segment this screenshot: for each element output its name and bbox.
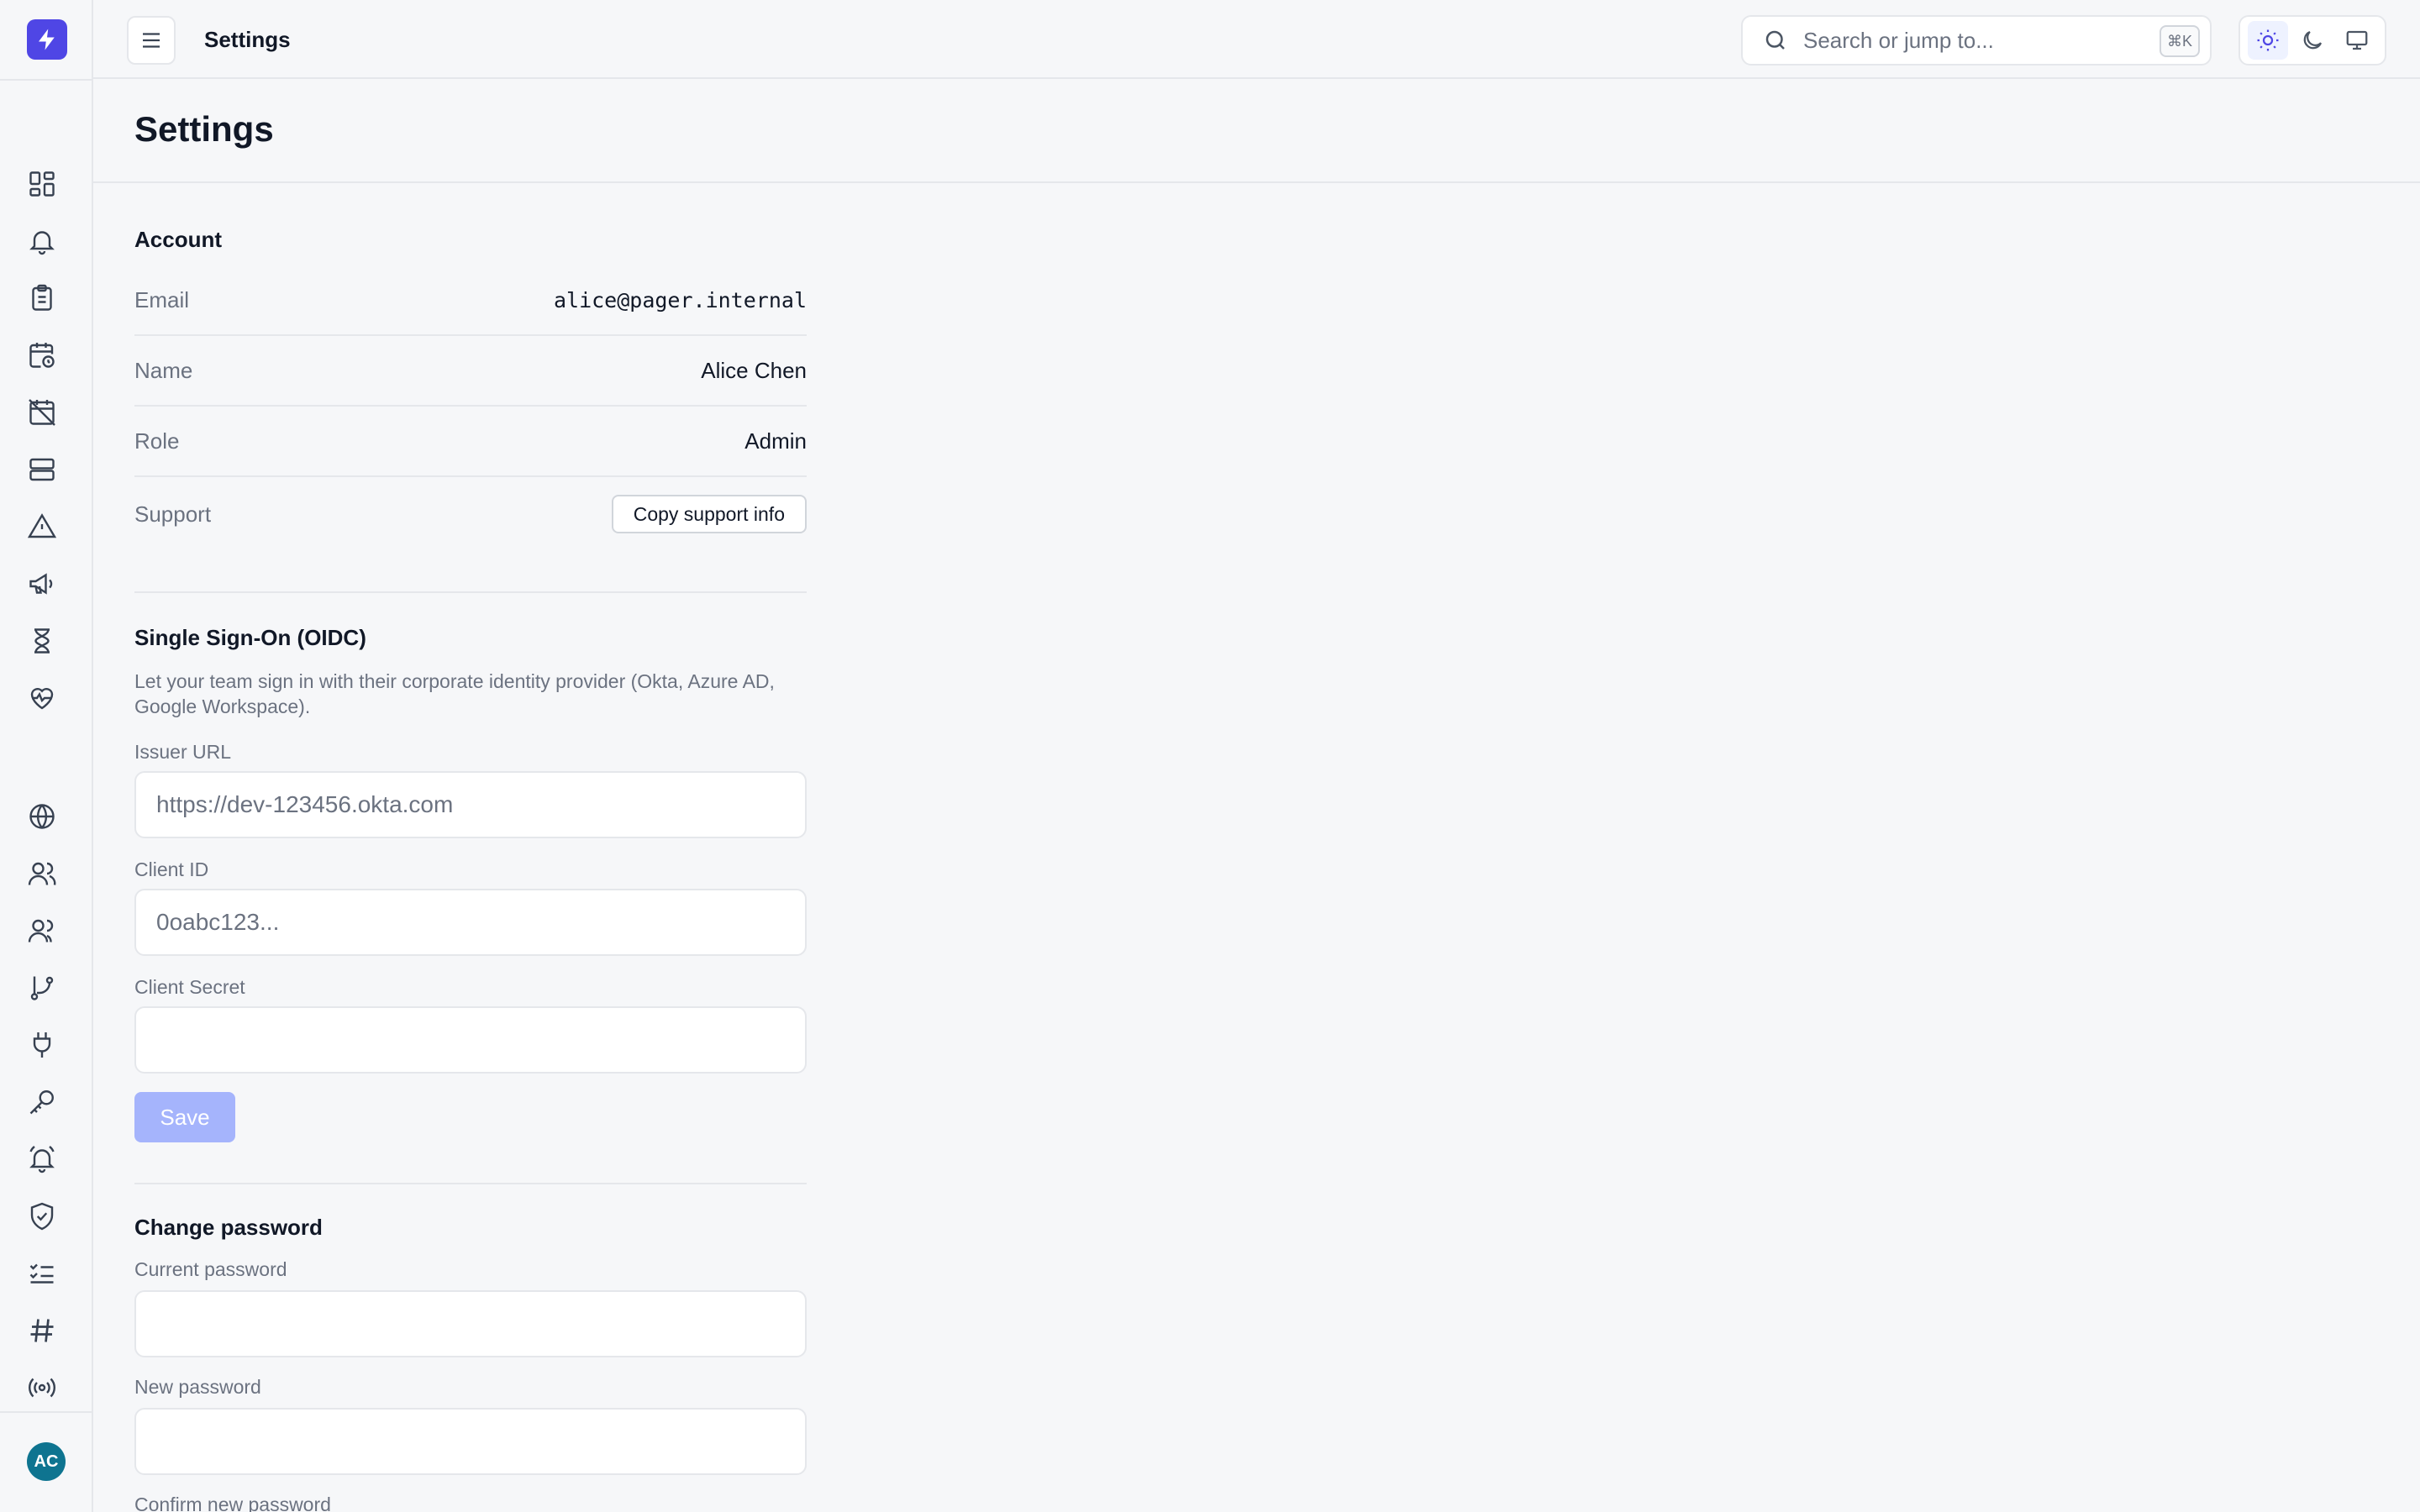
name-value: Alice Chen: [701, 357, 807, 383]
sidebar-item-security[interactable]: [24, 1198, 60, 1235]
avatar[interactable]: AC: [27, 1442, 66, 1481]
name-label: Name: [134, 357, 193, 383]
app-logo[interactable]: [27, 19, 67, 60]
sidebar-item-api-keys[interactable]: [24, 1084, 60, 1121]
sidebar-item-alerts[interactable]: [24, 223, 60, 260]
sun-icon: [2257, 29, 2279, 51]
sidebar-item-health[interactable]: [24, 680, 60, 717]
clipboard-icon: [32, 284, 52, 311]
sidebar-item-broadcast[interactable]: [24, 1369, 60, 1406]
settings-content: Account Email alice@pager.internal Name …: [134, 183, 807, 1512]
search-icon: [1765, 30, 1785, 50]
theme-system-button[interactable]: [2337, 21, 2377, 60]
current-password-label: Current password: [134, 1258, 287, 1280]
sidebar-item-teams[interactable]: [24, 912, 60, 949]
sso-description: Let your team sign in with their corpora…: [134, 670, 775, 717]
megaphone-icon: [29, 573, 53, 595]
heart-pulse-icon: [30, 688, 54, 710]
password-section-title: Change password: [134, 1215, 323, 1240]
alert-triangle-icon: [27, 513, 57, 538]
issuer-url-input[interactable]: [134, 771, 807, 838]
sso-save-button[interactable]: Save: [134, 1092, 235, 1142]
bell-ring-icon: [29, 1146, 55, 1173]
plug-icon: [33, 1032, 51, 1058]
monitor-icon: [2346, 30, 2368, 50]
sidebar-item-tasks[interactable]: [24, 280, 60, 317]
sidebar-item-checklists[interactable]: [24, 1255, 60, 1292]
sidebar-item-announcements[interactable]: [24, 565, 60, 602]
hamburger-icon: [143, 33, 160, 48]
calendar-clock-icon: [29, 343, 55, 368]
server-icon: [29, 458, 55, 481]
client-secret-label: Client Secret: [134, 976, 245, 998]
users-icon: [28, 862, 56, 885]
list-checks-icon: [29, 1263, 54, 1284]
new-password-input[interactable]: [134, 1408, 807, 1475]
calendar-off-icon: [29, 399, 55, 426]
hourglass-icon: [34, 628, 50, 654]
client-secret-input[interactable]: [134, 1006, 807, 1074]
confirm-password-label: Confirm new password: [134, 1494, 331, 1512]
account-row-role: Role Admin: [134, 407, 807, 477]
sidebar-divider: [0, 1411, 93, 1413]
new-password-label: New password: [134, 1376, 261, 1398]
search-input[interactable]: Search or jump to... ⌘K: [1741, 15, 2212, 66]
sidebar: AC: [0, 0, 93, 1512]
section-divider: [134, 591, 807, 593]
client-id-input[interactable]: [134, 889, 807, 956]
topbar: Settings Search or jump to... ⌘K: [93, 0, 2420, 79]
bell-icon: [29, 231, 55, 255]
sidebar-item-incidents[interactable]: [24, 508, 60, 545]
email-value: alice@pager.internal: [553, 287, 807, 312]
menu-toggle-button[interactable]: [127, 16, 176, 65]
sso-section-title: Single Sign-On (OIDC): [134, 625, 366, 650]
radio-icon: [29, 1378, 55, 1398]
email-label: Email: [134, 286, 190, 312]
page-title: Settings: [134, 109, 274, 149]
topbar-title: Settings: [204, 27, 291, 52]
sidebar-item-dashboard[interactable]: [24, 165, 60, 202]
user-group-icon: [28, 919, 54, 942]
current-password-input[interactable]: [134, 1290, 807, 1357]
account-row-email: Email alice@pager.internal: [134, 265, 807, 336]
sidebar-item-schedules[interactable]: [24, 337, 60, 374]
sidebar-item-notification-rules[interactable]: [24, 1141, 60, 1178]
key-icon: [29, 1090, 54, 1115]
sidebar-item-escalations[interactable]: [24, 969, 60, 1006]
hash-icon: [30, 1319, 54, 1342]
theme-light-button[interactable]: [2247, 21, 2288, 60]
moon-icon: [2303, 30, 2323, 50]
theme-dark-button[interactable]: [2292, 21, 2333, 60]
globe-icon: [29, 804, 55, 829]
sidebar-item-services[interactable]: [24, 451, 60, 488]
copy-support-info-button[interactable]: Copy support info: [611, 495, 807, 533]
issuer-url-label: Issuer URL: [134, 741, 232, 763]
sidebar-item-integrations[interactable]: [24, 1026, 60, 1063]
theme-switcher: [2238, 15, 2386, 66]
sidebar-item-maintenance[interactable]: [24, 394, 60, 431]
sidebar-item-users[interactable]: [24, 855, 60, 892]
page-header: Settings: [93, 79, 2420, 183]
client-id-label: Client ID: [134, 858, 209, 880]
git-branch-icon: [30, 976, 54, 1000]
search-shortcut-badge: ⌘K: [2160, 25, 2200, 57]
support-label: Support: [134, 501, 212, 527]
sidebar-item-status-pages[interactable]: [24, 798, 60, 835]
section-divider: [134, 1183, 807, 1184]
shield-check-icon: [30, 1202, 54, 1231]
account-section-title: Account: [134, 227, 222, 252]
account-row-support: Support Copy support info: [134, 479, 807, 549]
sidebar-divider: [0, 79, 93, 81]
role-value: Admin: [744, 428, 807, 454]
dashboard-icon: [29, 171, 55, 197]
account-row-name: Name Alice Chen: [134, 336, 807, 407]
role-label: Role: [134, 428, 180, 454]
sidebar-item-channels[interactable]: [24, 1312, 60, 1349]
sidebar-item-timers[interactable]: [24, 622, 60, 659]
lightning-icon: [39, 29, 55, 50]
search-placeholder: Search or jump to...: [1803, 27, 1994, 53]
